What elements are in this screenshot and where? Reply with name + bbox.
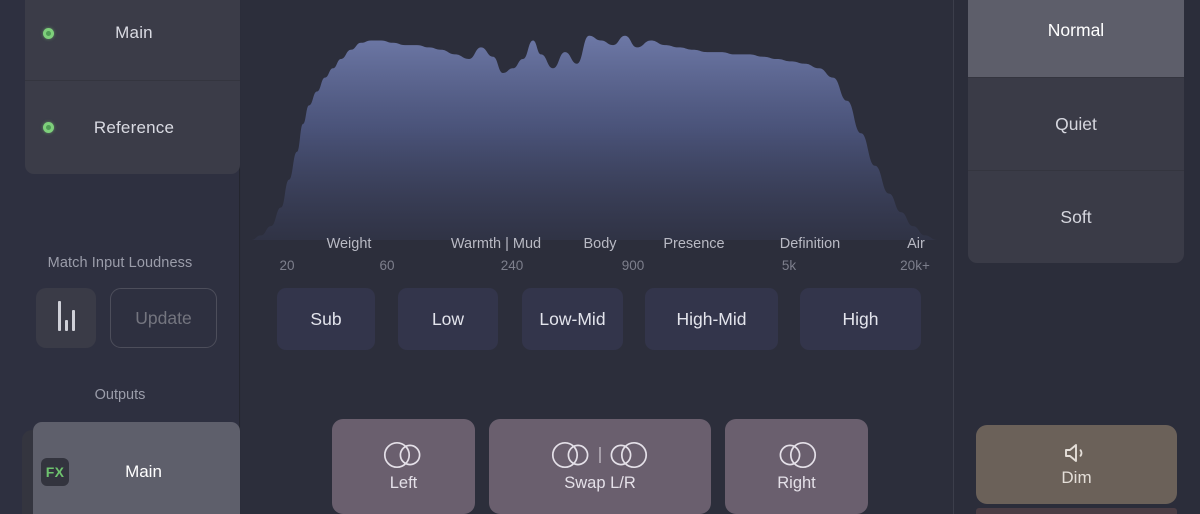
frequency-tick-label: 240 [500,258,524,273]
frequency-tick-label: 20k+ [900,258,930,273]
venn-right-icon [779,441,816,469]
source-row-reference[interactable]: Reference [25,80,240,174]
source-selector-card: Main Reference [25,0,240,174]
band-button-high[interactable]: High [800,288,921,350]
spectrum-descriptor: Warmth | Mud [450,236,542,252]
update-button[interactable]: Update [110,288,217,348]
speaker-dim-icon [1064,444,1082,462]
source-label-reference: Reference [93,117,175,137]
band-button-high-mid[interactable]: High-Mid [645,288,778,350]
meter-bar [57,301,61,331]
spectrum-descriptor: Weight [326,236,372,252]
frequency-tick-label: 20 [279,258,295,273]
spectrum-curve [241,35,953,240]
band-button-sub[interactable]: Sub [277,288,375,350]
source-row-main[interactable]: Main [25,0,240,80]
monitor-mode-list: Normal Quiet Soft [968,0,1184,263]
spectrum-descriptor: Air [907,236,925,252]
dim-accent-strip [976,508,1177,514]
spectrum-descriptor: Presence [663,236,725,252]
stereo-button-right[interactable]: Right [725,419,868,514]
green-led-icon [43,122,54,133]
frequency-labels: Weight Warmth | Mud Body Presence Definition… [241,236,953,280]
dim-label: Dim [1061,468,1092,487]
stereo-button-label: Left [389,474,418,492]
right-panel: Normal Quiet Soft Dim [954,0,1200,514]
band-button-low-mid[interactable]: Low-Mid [522,288,623,350]
outputs-title: Outputs [94,387,146,403]
monitor-mode-soft[interactable]: Soft [968,170,1184,263]
match-input-loudness-controls: Update [36,288,217,348]
frequency-tick-label: 60 [379,258,395,273]
output-label-main: Main [125,462,162,481]
stereo-button-left[interactable]: Left [332,419,475,514]
green-led-icon [43,27,54,39]
audio-plugin-window: Main Reference Match Input Loudness Upda… [0,0,1200,514]
frequency-tick-label: 900 [621,258,645,273]
stereo-button-label: Right [777,474,816,492]
venn-left-icon [383,441,420,469]
band-button-low[interactable]: Low [398,288,498,350]
spectrum-descriptor: Definition [779,236,841,252]
monitor-mode-quiet[interactable]: Quiet [968,77,1184,170]
left-sidebar: Main Reference Match Input Loudness Upda… [0,0,240,514]
match-input-loudness-title: Match Input Loudness [47,255,193,271]
monitor-mode-normal[interactable]: Normal [968,0,1184,77]
source-label-main: Main [115,23,153,42]
stereo-button-label: Swap L/R [564,474,636,492]
spectrum-descriptor: Body [583,236,617,252]
spectrum-chart [241,35,953,240]
venn-swap-icon [551,441,648,469]
center-panel: Weight Warmth | Mud Body Presence Definition… [241,0,953,514]
fx-badge[interactable]: FX [41,458,69,486]
stereo-control-buttons: Left Swap L/R Right [241,419,953,514]
spectrum-analyzer [241,0,953,240]
meter-bar [71,310,75,331]
meter-bar [64,320,68,331]
frequency-tick-label: 5k [781,258,797,273]
output-row-main[interactable]: FX Main [33,422,240,514]
level-meter-icon-button[interactable] [36,288,96,348]
frequency-band-buttons: Sub Low Low-Mid High-Mid High [241,288,953,350]
stereo-button-swap-l-r[interactable]: Swap L/R [489,419,711,514]
dim-button[interactable]: Dim [976,425,1177,504]
